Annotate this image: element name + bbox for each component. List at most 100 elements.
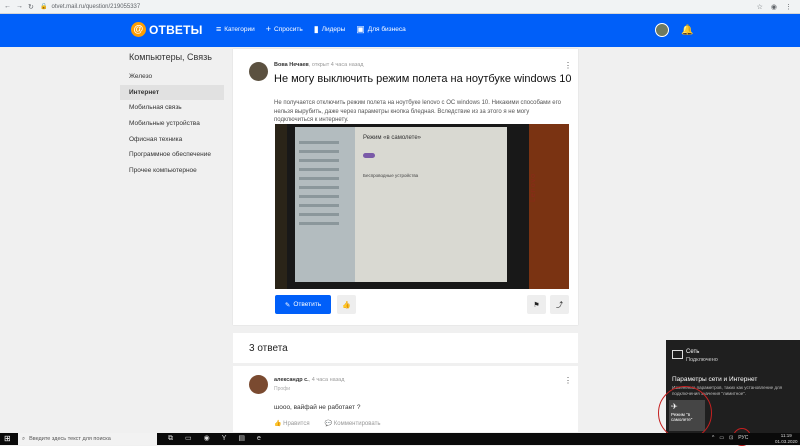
site-header: @ ОТВЕТЫ ≡ Категории + Спросить ▮ Лидеры… (0, 14, 800, 47)
language-indicator[interactable]: РУС (738, 435, 748, 441)
answer-more-icon[interactable]: ⋮ (564, 377, 572, 385)
share-icon: ⤴ (556, 301, 563, 309)
windows-taskbar: ⊞ ⌕ Введите здесь текст для поиска ⧉ ▭ ◉… (0, 433, 800, 445)
search-placeholder: Введите здесь текст для поиска (29, 436, 111, 442)
bell-icon[interactable]: 🔔 (681, 25, 693, 36)
settings-content (355, 127, 507, 282)
answer-comment-button[interactable]: 💬 Комментировать (325, 420, 381, 427)
network-status: Подключено (686, 357, 718, 363)
laptop-brand: Lenovo (529, 173, 537, 202)
user-avatar[interactable] (655, 23, 669, 37)
menu-label: Спросить (274, 26, 303, 33)
network-title[interactable]: Сеть (686, 349, 699, 355)
screen-label: Беспроводные устройства (363, 173, 419, 178)
back-icon[interactable]: ← (4, 3, 11, 11)
profile-icon[interactable]: ◉ (771, 3, 777, 11)
question-text: Не получается отключить режим полета на … (274, 100, 561, 123)
answer-card: александр с., 4 часа назад Профи ⋮ шооо,… (233, 366, 578, 432)
category-sidebar: Компьютеры, Связь Железо Интернет Мобиль… (120, 52, 230, 179)
network-tray-icon[interactable]: ⊡ (729, 435, 733, 441)
battery-icon[interactable]: ▭ (719, 435, 724, 441)
forward-icon[interactable]: → (16, 3, 23, 11)
taskbar-clock[interactable]: 11:19 01.03.2020 (775, 433, 798, 444)
system-tray: ^ ▭ ⊡ РУС (712, 435, 748, 441)
browser-menu-icon[interactable]: ⋮ (785, 3, 792, 11)
address-bar[interactable]: 🔒 otvet.mail.ru/question/219055337 (40, 3, 757, 11)
sidebar-item-software[interactable]: Программное обеспечение (120, 147, 230, 163)
answer-text: шооо, вайфай не работает ? (274, 404, 361, 411)
network-settings-link[interactable]: Параметры сети и Интернет (672, 376, 757, 383)
chrome-icon[interactable]: ◉ (204, 434, 210, 444)
reload-icon[interactable]: ↻ (28, 3, 34, 11)
sidebar-title[interactable]: Компьютеры, Связь (120, 52, 230, 69)
explorer-icon[interactable]: ▭ (185, 434, 192, 444)
star-icon[interactable]: ☆ (757, 3, 763, 11)
question-time: , открыт 4 часа назад (308, 62, 364, 68)
settings-nav-lines (299, 141, 349, 231)
yandex-icon[interactable]: Y (222, 434, 227, 444)
edge-icon[interactable]: e (257, 434, 261, 444)
search-icon: ⌕ (22, 435, 26, 442)
windows-start-icon[interactable]: ⊞ (4, 435, 11, 443)
answer-author-rank: Профи (274, 386, 291, 392)
sidebar-item-mobile-service[interactable]: Мобильная связь (120, 100, 230, 116)
author-avatar[interactable] (249, 62, 268, 81)
menu-ask[interactable]: + Спросить (265, 24, 303, 34)
plus-icon: + (265, 24, 272, 34)
answer-button[interactable]: ✎ Ответить (275, 295, 331, 314)
logo-text: ОТВЕТЫ (149, 22, 203, 37)
browser-actions: ☆ ◉ ⋮ (757, 3, 800, 11)
airplane-toggle (363, 153, 375, 158)
menu-categories[interactable]: ≡ Категории (216, 24, 255, 34)
answers-header: 3 ответа (233, 333, 578, 363)
sidebar-item-other[interactable]: Прочее компьютерное (120, 163, 230, 179)
header-user: 🔔 (655, 23, 693, 37)
more-menu-icon[interactable]: ⋮ (564, 62, 572, 70)
answer-actions: 👍 Нравится 💬 Комментировать (274, 420, 380, 427)
sidebar-item-office[interactable]: Офисная техника (120, 132, 230, 148)
answer-author-name[interactable]: александр с. (274, 377, 309, 383)
sidebar-item-internet[interactable]: Интернет (120, 84, 224, 101)
sidebar-item-hardware[interactable]: Железо (120, 69, 230, 85)
screen-title: Режим «в самолете» (363, 135, 422, 141)
bookmark-button[interactable]: ⚑ (527, 295, 546, 314)
business-icon: ▣ (356, 24, 365, 34)
laptop-screen: Режим «в самолете» Беспроводные устройст… (295, 127, 507, 282)
clock-date: 01.03.2020 (775, 438, 798, 444)
task-view-icon[interactable]: ⧉ (168, 434, 173, 444)
author-name[interactable]: Вова Нечаев (274, 62, 309, 68)
answers-count: 3 ответа (249, 343, 288, 354)
answer-author-avatar[interactable] (249, 375, 268, 394)
laptop-body (529, 124, 569, 289)
menu-business[interactable]: ▣ Для бизнеса (356, 24, 406, 34)
network-icon (672, 350, 683, 359)
share-button[interactable]: ⤴ (550, 295, 569, 314)
store-icon[interactable]: ▤ (238, 434, 245, 444)
taskbar-apps: ⧉ ▭ ◉ Y ▤ e (168, 434, 261, 444)
main-menu: ≡ Категории + Спросить ▮ Лидеры ▣ Для би… (216, 24, 406, 34)
browser-toolbar: ← → ↻ 🔒 otvet.mail.ru/question/219055337… (0, 0, 800, 14)
answer-meta: александр с., 4 часа назад (274, 377, 344, 383)
tray-chevron-icon[interactable]: ^ (712, 435, 714, 441)
site-logo[interactable]: @ ОТВЕТЫ (131, 22, 203, 37)
question-photo[interactable]: Режим «в самолете» Беспроводные устройст… (275, 124, 569, 289)
settings-nav-panel (295, 127, 355, 282)
question-title: Не могу выключить режим полета на ноутбу… (274, 73, 572, 85)
lock-icon: 🔒 (40, 4, 48, 10)
sidebar-item-mobile-devices[interactable]: Мобильные устройства (120, 116, 230, 132)
answer-button-label: Ответить (293, 301, 322, 308)
red-circle-highlight (658, 386, 712, 440)
list-icon: ≡ (216, 24, 222, 34)
menu-label: Категории (224, 26, 255, 33)
menu-label: Для бизнеса (367, 26, 406, 33)
logo-at-icon: @ (131, 22, 146, 37)
bookmark-icon: ⚑ (533, 301, 540, 309)
menu-label: Лидеры (321, 26, 346, 33)
thumbs-up-icon: 👍 (342, 301, 351, 309)
url-text[interactable]: otvet.mail.ru/question/219055337 (51, 4, 140, 10)
answer-like-button[interactable]: 👍 Нравится (274, 420, 310, 427)
like-button[interactable]: 👍 (337, 295, 356, 314)
menu-leaders[interactable]: ▮ Лидеры (314, 25, 346, 34)
question-card: Вова Нечаев, открыт 4 часа назад ⋮ Не мо… (233, 49, 578, 325)
taskbar-search[interactable]: ⌕ Введите здесь текст для поиска (18, 433, 157, 445)
